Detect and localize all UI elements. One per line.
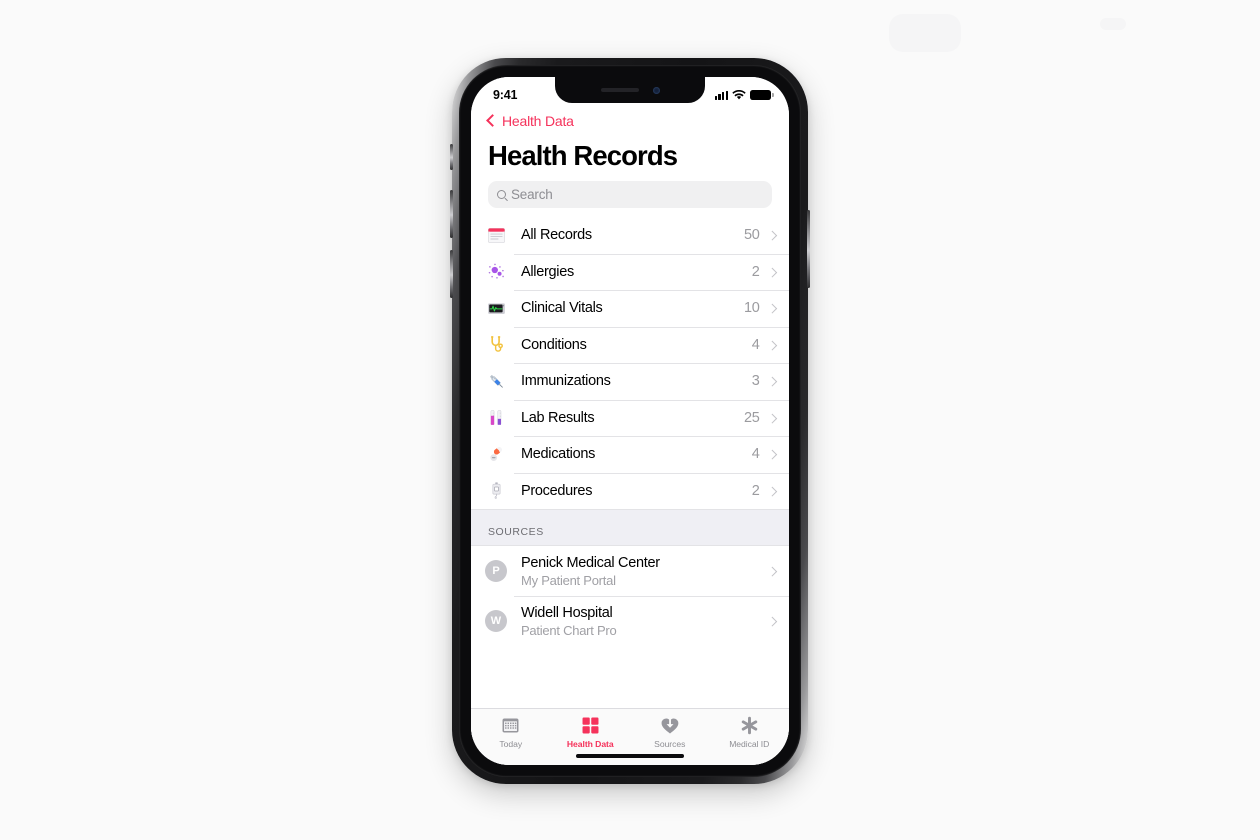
chevron-right-icon [767, 303, 777, 313]
conditions-icon [485, 334, 507, 356]
status-indicators [714, 89, 774, 101]
volume-down-button[interactable] [450, 250, 453, 298]
tab-label: Today [499, 739, 523, 749]
list-item-label: Immunizations [521, 373, 611, 390]
tab-health-data[interactable]: Health Data [551, 714, 631, 749]
asterisk-icon [740, 714, 759, 736]
chevron-right-icon [767, 230, 777, 240]
iphone-device: 9:41 Health Data Health Records Search A… [450, 58, 810, 784]
source-subtitle: Patient Chart Pro [521, 622, 617, 638]
silent-switch-button[interactable] [450, 144, 453, 170]
list-item-label: All Records [521, 227, 592, 244]
chevron-right-icon [767, 267, 777, 277]
procedures-icon [485, 480, 507, 502]
list-item-immunizations[interactable]: Immunizations 3 [471, 363, 789, 400]
list-item-count: 50 [743, 227, 760, 244]
sources-section-header: SOURCES [471, 509, 789, 546]
list-item-label: Conditions [521, 336, 587, 353]
search-icon [497, 190, 506, 199]
list-item-label: Clinical Vitals [521, 300, 603, 317]
grid-squares-icon [581, 714, 600, 736]
tab-medical-id[interactable]: Medical ID [710, 714, 790, 749]
tab-today[interactable]: Today [471, 714, 551, 749]
chevron-right-icon [767, 616, 777, 626]
status-time: 9:41 [493, 88, 518, 102]
chevron-right-icon [767, 340, 777, 350]
sources-section-label: SOURCES [488, 526, 544, 538]
search-placeholder: Search [511, 187, 553, 202]
list-item-source-penick[interactable]: P Penick Medical Center My Patient Porta… [471, 546, 789, 596]
health-records-list: All Records 50 Allergies 2 Clinical Vita… [471, 217, 789, 509]
chevron-right-icon [767, 376, 777, 386]
list-item-label: Procedures [521, 482, 593, 499]
allergies-icon [485, 261, 507, 283]
notch [555, 77, 705, 103]
list-item-label: Medications [521, 446, 596, 463]
background-artifact [1100, 18, 1126, 30]
home-indicator[interactable] [576, 754, 684, 758]
chevron-right-icon [767, 486, 777, 496]
volume-up-button[interactable] [450, 190, 453, 238]
search-input[interactable]: Search [488, 181, 772, 208]
calendar-icon [501, 714, 520, 736]
back-button-label: Health Data [502, 113, 574, 129]
battery-full-icon [750, 89, 774, 101]
list-item-label: Lab Results [521, 409, 595, 426]
list-item-medications[interactable]: Medications 4 [471, 436, 789, 473]
chevron-right-icon [767, 413, 777, 423]
wifi-icon [732, 90, 746, 100]
list-item-count: 10 [743, 300, 760, 317]
lab-results-icon [485, 407, 507, 429]
tab-label: Health Data [566, 739, 614, 749]
chevron-left-icon [486, 114, 499, 127]
list-item-allergies[interactable]: Allergies 2 [471, 253, 789, 290]
power-button[interactable] [807, 210, 810, 288]
phone-screen: 9:41 Health Data Health Records Search A… [471, 77, 789, 765]
heart-download-icon [660, 714, 680, 736]
immunizations-icon [485, 370, 507, 392]
tab-sources[interactable]: Sources [630, 714, 710, 749]
avatar: W [485, 610, 507, 632]
list-item-count: 2 [751, 482, 760, 499]
list-item-conditions[interactable]: Conditions 4 [471, 326, 789, 363]
source-title: Penick Medical Center [521, 554, 660, 571]
source-text: Penick Medical Center My Patient Portal [521, 555, 769, 588]
source-title: Widell Hospital [521, 604, 613, 621]
background-artifact [889, 14, 961, 52]
list-item-clinical-vitals[interactable]: Clinical Vitals 10 [471, 290, 789, 327]
list-item-lab-results[interactable]: Lab Results 25 [471, 399, 789, 436]
front-camera-icon [652, 86, 660, 94]
page-title: Health Records [488, 140, 678, 171]
tab-label: Sources [654, 739, 686, 749]
list-item-count: 25 [743, 409, 760, 426]
list-item-count: 3 [751, 373, 760, 390]
list-item-count: 2 [751, 263, 760, 280]
list-item-source-widell[interactable]: W Widell Hospital Patient Chart Pro [471, 596, 789, 646]
list-item-label: Allergies [521, 263, 574, 280]
tab-label: Medical ID [729, 739, 770, 749]
medications-icon [485, 443, 507, 465]
list-item-procedures[interactable]: Procedures 2 [471, 472, 789, 509]
list-item-count: 4 [751, 446, 760, 463]
source-text: Widell Hospital Patient Chart Pro [521, 605, 769, 638]
all-records-icon [485, 224, 507, 246]
list-item-all-records[interactable]: All Records 50 [471, 217, 789, 254]
chevron-right-icon [767, 566, 777, 576]
cellular-bars-icon [714, 90, 728, 100]
screenshot-canvas: 9:41 Health Data Health Records Search A… [0, 0, 1260, 840]
earpiece-speaker-icon [600, 88, 639, 92]
source-subtitle: My Patient Portal [521, 572, 616, 588]
back-button[interactable]: Health Data [471, 111, 789, 131]
clinical-vitals-icon [485, 297, 507, 319]
list-item-count: 4 [751, 336, 760, 353]
chevron-right-icon [767, 449, 777, 459]
app-content: Health Data Health Records Search All Re… [471, 77, 789, 765]
avatar: P [485, 560, 507, 582]
